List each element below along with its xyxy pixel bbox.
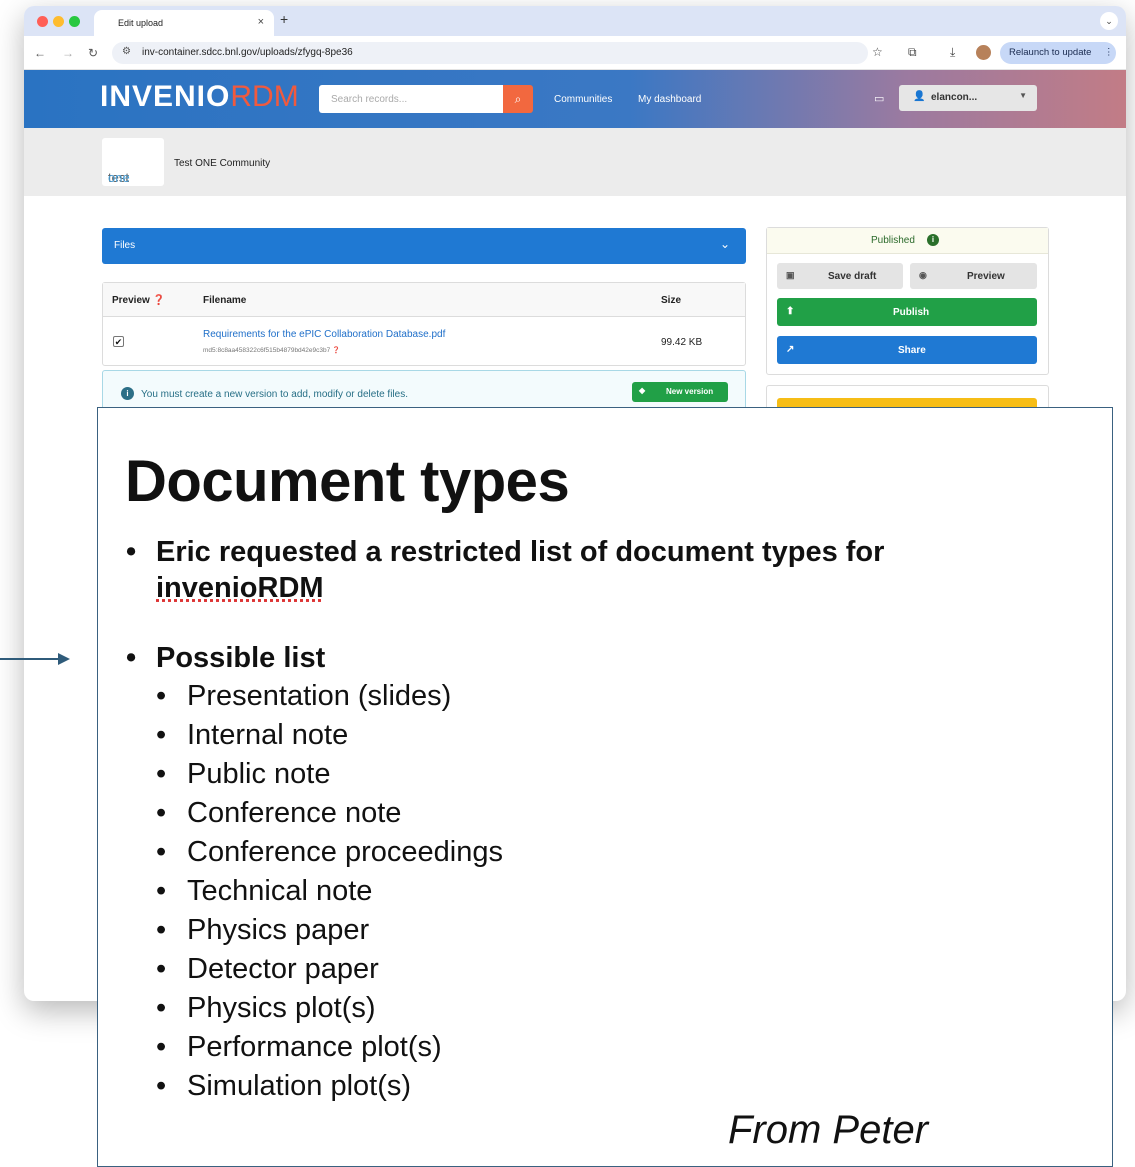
bullet-text: Possible list (156, 642, 326, 674)
chevron-down-icon: ⌄ (719, 237, 730, 251)
community-name[interactable]: Test ONE Community (174, 158, 270, 169)
files-accordion[interactable]: Files ⌄ (102, 228, 746, 264)
file-size: 99.42 KB (661, 337, 703, 348)
search-placeholder: Search records... (331, 94, 408, 105)
tab-title: Edit upload (118, 18, 164, 28)
menu-dots-icon[interactable]: ⋮ (1104, 47, 1114, 58)
new-version-notice: i You must create a new version to add, … (102, 370, 746, 410)
preview-button[interactable]: ◉ Preview (910, 263, 1037, 289)
tag-icon: ◆ (639, 386, 646, 395)
url-text: inv-container.sdcc.bnl.gov/uploads/zfygq… (142, 47, 353, 58)
close-window-icon[interactable] (37, 16, 48, 27)
back-icon[interactable]: ← (34, 46, 46, 60)
tab-search-icon[interactable]: ⌄ (1100, 12, 1118, 30)
forward-icon[interactable]: → (62, 46, 74, 60)
file-link[interactable]: Requirements for the ePIC Collaboration … (203, 329, 445, 340)
files-label: Files (114, 240, 136, 251)
new-tab-icon[interactable]: + (280, 11, 288, 27)
tab-strip: Edit upload × + ⌄ (24, 6, 1126, 36)
community-header: test one Test ONE Community (24, 128, 1126, 196)
deposit-status-card: Published i ▣ Save draft ◉ Preview ⬆ Pub… (766, 227, 1049, 375)
user-icon: 👤 (913, 91, 926, 102)
new-version-label: New version (666, 387, 714, 396)
browser-toolbar: ← → ↻ ⚙ inv-container.sdcc.bnl.gov/uploa… (24, 36, 1126, 70)
bullet-dot: • (126, 642, 137, 674)
invenio-logo[interactable]: INVENIORDM (100, 80, 299, 114)
share-button[interactable]: ↗ Share (777, 336, 1037, 364)
caret-down-icon: ▼ (1019, 91, 1027, 100)
nav-communities[interactable]: Communities (554, 94, 612, 105)
relaunch-button[interactable]: Relaunch to update ⋮ (1000, 42, 1116, 64)
community-logo-b: one (108, 170, 130, 185)
save-draft-label: Save draft (828, 271, 877, 282)
relaunch-label: Relaunch to update (1009, 47, 1092, 58)
status-row: Published i (767, 228, 1048, 254)
logo-main: INVENIO (100, 80, 231, 113)
help-icon[interactable]: ❓ (153, 295, 165, 306)
tab-edit-upload[interactable]: Edit upload × (94, 10, 274, 36)
slide-title: Document types (125, 449, 570, 514)
bookmark-star-icon[interactable]: ☆ (872, 45, 883, 59)
save-draft-button[interactable]: ▣ Save draft (777, 263, 903, 289)
share-label: Share (898, 345, 926, 356)
save-icon: ▣ (786, 270, 795, 280)
close-tab-icon[interactable]: × (258, 16, 264, 28)
site-header: INVENIORDM Search records... ⌕ Communiti… (24, 70, 1126, 128)
profile-avatar[interactable] (976, 45, 991, 60)
publish-label: Publish (893, 307, 930, 318)
user-name: elancon... (931, 92, 978, 103)
address-bar[interactable]: ⚙ inv-container.sdcc.bnl.gov/uploads/zfy… (112, 42, 868, 64)
reload-icon[interactable]: ↻ (88, 46, 98, 60)
logo-accent: RDM (230, 80, 299, 113)
minimize-window-icon[interactable] (53, 16, 64, 27)
new-version-button[interactable]: ◆ New version (632, 382, 728, 402)
arrow-icon (0, 653, 70, 665)
community-logo[interactable]: test one (102, 138, 164, 186)
table-header (103, 283, 745, 317)
bullet-dot: • (126, 536, 137, 568)
column-filename: Filename (203, 295, 247, 306)
status-badge: Published (871, 235, 915, 246)
nav-my-dashboard[interactable]: My dashboard (638, 94, 701, 105)
share-icon: ↗ (786, 344, 795, 355)
column-size: Size (661, 295, 682, 306)
maximize-window-icon[interactable] (69, 16, 80, 27)
column-preview: Preview ❓ (112, 295, 166, 306)
extensions-icon[interactable]: ⧉ (908, 45, 917, 60)
file-md5: md5:8c8aa458322c6f515b4879bd42e9c3b7 ❓ (203, 347, 341, 354)
inbox-icon[interactable]: ▭ (874, 92, 884, 105)
search-input[interactable]: Search records... (319, 85, 503, 113)
info-icon: i (121, 387, 134, 400)
info-icon[interactable]: i (927, 234, 939, 246)
slide-overlay: Document types • Eric requested a restri… (97, 407, 1113, 1167)
preview-checkbox[interactable]: ✔ (113, 336, 124, 347)
eye-icon: ◉ (919, 270, 927, 280)
search-icon[interactable]: ⌕ (503, 85, 533, 113)
help-icon[interactable]: ❓ (332, 347, 340, 354)
slide-footer: From Peter (728, 1108, 929, 1152)
user-menu[interactable]: 👤 elancon... ▼ (899, 85, 1037, 111)
upload-icon: ⬆ (786, 306, 795, 317)
notice-text: You must create a new version to add, mo… (141, 389, 408, 400)
download-icon[interactable]: ⤓ (950, 45, 955, 60)
bullet-text: Eric requested a restricted list of docu… (156, 536, 885, 604)
site-settings-icon[interactable]: ⚙ (122, 46, 131, 57)
preview-label: Preview (967, 271, 1005, 282)
publish-button[interactable]: ⬆ Publish (777, 298, 1037, 326)
files-table: Preview ❓ Filename Size ✔ Requirements f… (102, 282, 746, 366)
